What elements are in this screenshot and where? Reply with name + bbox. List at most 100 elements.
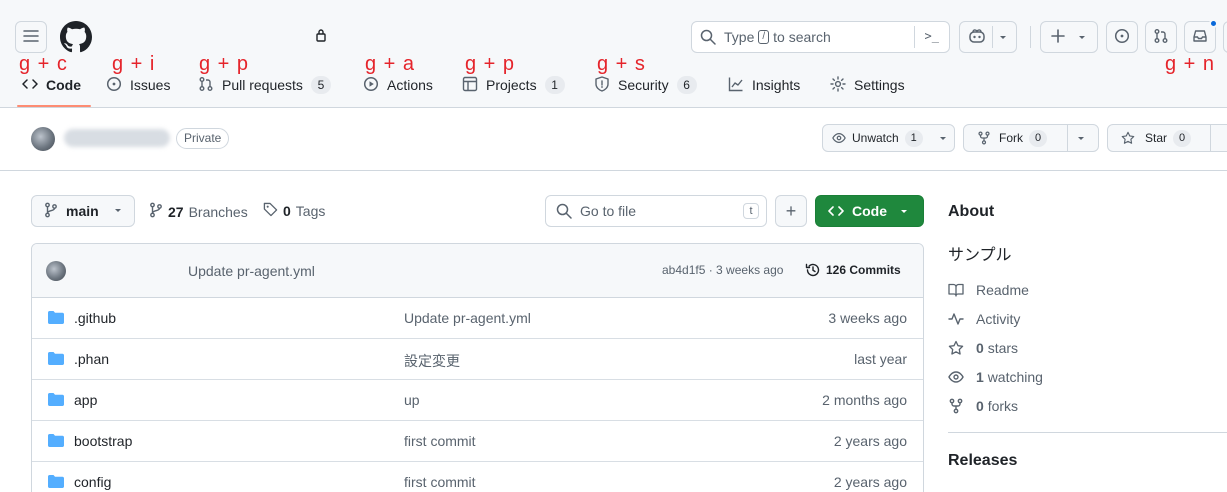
command-palette-icon[interactable]: >_ <box>925 29 939 43</box>
global-header: Type / to search >_ g + c g + i g + p g … <box>0 0 1227 108</box>
latest-commit-message[interactable]: Update pr-agent.yml <box>188 263 315 279</box>
code-icon <box>22 76 38 95</box>
pull-requests-button[interactable] <box>1145 21 1177 53</box>
history-icon <box>805 262 821 278</box>
code-label: Code <box>852 203 887 219</box>
tag-icon <box>263 202 278 220</box>
tab-label: Security <box>618 77 669 93</box>
file-name[interactable]: .github <box>74 310 116 326</box>
commits-link[interactable]: 126 Commits <box>805 262 901 278</box>
go-to-file-input[interactable]: Go to file t <box>545 195 767 227</box>
table-row[interactable]: bootstrap first commit 2 years ago <box>32 421 923 462</box>
search-input[interactable]: Type / to search >_ <box>691 21 950 53</box>
github-logo-icon[interactable] <box>60 21 92 53</box>
star-divider <box>1210 125 1211 151</box>
file-age: 3 weeks ago <box>828 310 907 326</box>
avatar[interactable] <box>46 261 66 281</box>
branch-select[interactable]: main <box>31 195 135 227</box>
folder-icon <box>48 393 64 406</box>
tags-count: 0 <box>283 203 291 219</box>
watching-label: watching <box>987 369 1043 385</box>
tab-insights[interactable]: Insights <box>728 70 800 100</box>
projects-count: 1 <box>544 76 565 94</box>
star-button[interactable]: Star 0 <box>1107 124 1227 152</box>
tab-label: Insights <box>752 77 801 93</box>
copilot-button[interactable] <box>959 21 1017 53</box>
chevron-down-icon <box>113 203 123 220</box>
folder-icon <box>48 434 64 447</box>
search-text-after: to search <box>773 29 831 45</box>
avatar[interactable] <box>31 127 55 151</box>
watching-count: 1 <box>976 369 984 385</box>
search-separator <box>914 26 915 48</box>
copilot-divider <box>992 26 993 48</box>
stars-label: stars <box>987 340 1019 356</box>
table-icon <box>462 76 478 95</box>
file-toolbar: main 27 Branches 0 Tags Go to file t + C… <box>0 195 930 227</box>
go-to-file-key: t <box>743 203 759 219</box>
notifications-button[interactable] <box>1184 19 1218 53</box>
file-age: 2 years ago <box>833 433 907 449</box>
file-name[interactable]: config <box>74 474 111 490</box>
branches-count: 27 <box>168 203 184 220</box>
table-row[interactable]: config first commit 2 years ago <box>32 462 923 492</box>
tab-settings[interactable]: Settings <box>830 70 905 100</box>
add-file-button[interactable]: + <box>775 195 807 227</box>
tab-label: Pull requests <box>222 77 303 93</box>
file-name[interactable]: app <box>74 392 97 408</box>
file-commit-message[interactable]: up <box>404 392 420 408</box>
tab-code[interactable]: Code <box>22 70 81 100</box>
file-commit-message[interactable]: Update pr-agent.yml <box>404 310 531 326</box>
repo-tabs: Code Issues Pull requests 5 Actions Proj… <box>0 70 1227 108</box>
tab-projects[interactable]: Projects 1 <box>462 70 565 100</box>
tab-label: Issues <box>130 77 171 93</box>
code-button[interactable]: Code <box>815 195 924 227</box>
commit-hash-time[interactable]: ab4d1f5 · 3 weeks ago <box>662 263 783 277</box>
repo-name-blurred[interactable] <box>64 129 170 147</box>
chevron-down-icon[interactable] <box>1076 131 1086 148</box>
file-name[interactable]: .phan <box>74 351 109 367</box>
tab-actions[interactable]: Actions <box>363 70 433 100</box>
fork-button[interactable]: Fork 0 <box>963 124 1099 152</box>
branches-link[interactable]: 27 Branches <box>149 202 248 221</box>
file-commit-message[interactable]: 設定変更 <box>404 351 460 371</box>
visibility-badge: Private <box>176 128 230 149</box>
file-commit-message[interactable]: first commit <box>404 433 476 449</box>
tags-link[interactable]: 0 Tags <box>263 202 325 220</box>
stars-link[interactable]: 0 stars <box>948 338 1018 358</box>
table-row[interactable]: .phan 設定変更 last year <box>32 339 923 380</box>
table-row[interactable]: .github Update pr-agent.yml 3 weeks ago <box>32 298 923 339</box>
forks-link[interactable]: 0 forks <box>948 396 1018 416</box>
branch-name: main <box>66 203 99 219</box>
issues-button[interactable] <box>1106 21 1138 53</box>
star-label: Star <box>1145 131 1168 145</box>
user-menu-button[interactable] <box>1223 21 1227 53</box>
tags-label: Tags <box>295 203 326 219</box>
watching-link[interactable]: 1 watching <box>948 367 1043 387</box>
table-row[interactable]: app up 2 months ago <box>32 380 923 421</box>
branches-label: Branches <box>188 203 248 220</box>
tab-pull-requests[interactable]: Pull requests 5 <box>198 70 331 100</box>
create-new-button[interactable] <box>1040 21 1098 53</box>
tab-issues[interactable]: Issues <box>106 70 170 100</box>
readme-link[interactable]: Readme <box>948 280 1029 300</box>
folder-icon <box>48 352 64 365</box>
pulse-icon <box>948 311 964 327</box>
star-icon <box>948 340 964 356</box>
play-icon <box>363 76 379 95</box>
unwatch-label: Unwatch <box>852 131 899 145</box>
releases-heading[interactable]: Releases <box>948 452 1017 470</box>
notification-dot <box>1209 19 1218 28</box>
file-name[interactable]: bootstrap <box>74 433 132 449</box>
menu-button[interactable] <box>15 21 47 53</box>
about-heading: About <box>948 203 995 220</box>
chevron-down-icon[interactable] <box>998 30 1008 47</box>
chevron-down-icon[interactable] <box>938 131 948 148</box>
tab-security[interactable]: Security 6 <box>594 70 697 100</box>
activity-link[interactable]: Activity <box>948 309 1020 329</box>
unwatch-button[interactable]: Unwatch 1 <box>822 124 955 152</box>
tab-label: Code <box>46 77 81 93</box>
file-commit-message[interactable]: first commit <box>404 474 476 490</box>
graph-icon <box>728 76 744 95</box>
search-text-before: Type <box>724 29 755 45</box>
